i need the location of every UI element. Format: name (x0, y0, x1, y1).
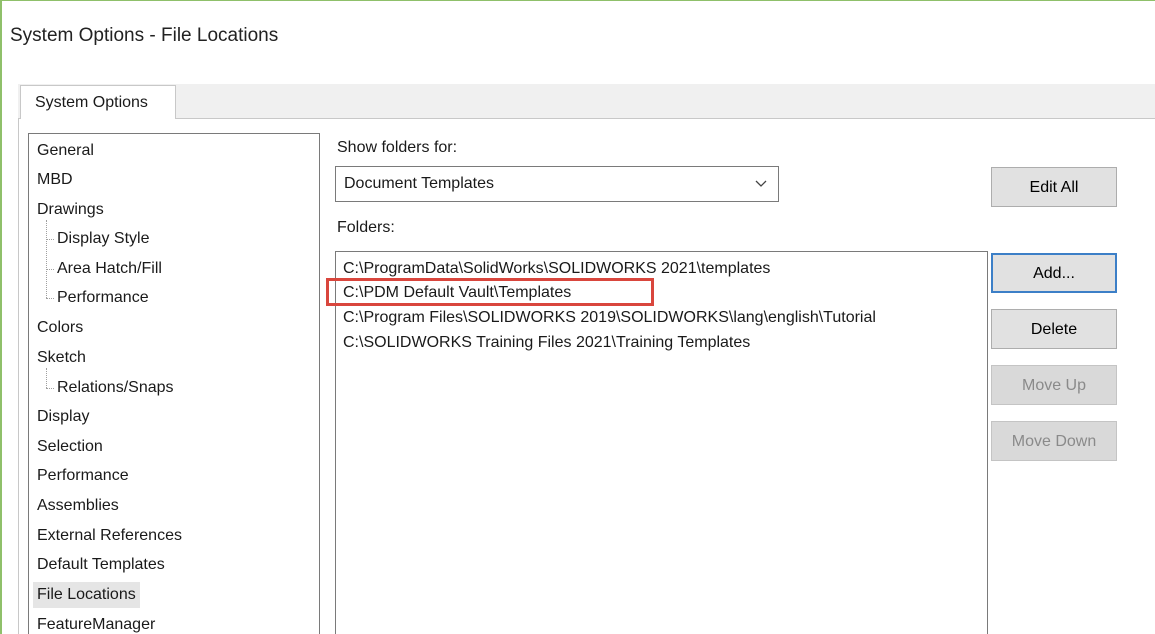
tree-item-drawings[interactable]: Drawings (37, 197, 104, 223)
tree-guide-line (46, 368, 47, 388)
tree-guide-line (46, 388, 54, 389)
folder-row[interactable]: C:\SOLIDWORKS Training Files 2021\Traini… (343, 331, 750, 355)
tree-guide-line (46, 239, 54, 240)
tree-item-selection[interactable]: Selection (37, 434, 103, 460)
tree-item-default-templates[interactable]: Default Templates (37, 552, 165, 578)
window-title: System Options - File Locations (10, 25, 279, 46)
tab-system-options[interactable]: System Options (20, 85, 176, 119)
highlight-annotation-box (326, 278, 654, 306)
tree-item-display[interactable]: Display (37, 404, 89, 430)
move-up-button[interactable]: Move Up (991, 365, 1117, 405)
tree-item-external-references[interactable]: External References (37, 523, 182, 549)
tree-guide-line (46, 220, 47, 298)
show-folders-dropdown[interactable]: Document Templates (335, 166, 779, 202)
tree-item-colors[interactable]: Colors (37, 315, 83, 341)
folder-row[interactable]: C:\Program Files\SOLIDWORKS 2019\SOLIDWO… (343, 306, 876, 330)
tree-item-performance[interactable]: Performance (37, 463, 129, 489)
folders-label: Folders: (337, 219, 395, 236)
add-folder-button[interactable]: Add... (991, 253, 1117, 293)
tree-item-file-locations[interactable]: File Locations (33, 582, 140, 608)
options-tree[interactable]: General MBD Drawings Display Style Area … (28, 133, 320, 634)
tree-item-area-hatch-fill[interactable]: Area Hatch/Fill (57, 256, 162, 282)
tree-item-relations-snaps[interactable]: Relations/Snaps (57, 375, 174, 401)
tree-item-general[interactable]: General (37, 138, 94, 164)
tree-guide-line (46, 269, 54, 270)
show-folders-label: Show folders for: (337, 139, 458, 156)
tree-item-featuremanager[interactable]: FeatureManager (37, 612, 155, 634)
tree-item-sketch[interactable]: Sketch (37, 345, 86, 371)
tree-item-display-style[interactable]: Display Style (57, 226, 149, 252)
tree-guide-line (46, 298, 54, 299)
show-folders-value: Document Templates (344, 175, 494, 192)
delete-folder-button[interactable]: Delete (991, 309, 1117, 349)
tree-item-drawings-performance[interactable]: Performance (57, 285, 149, 311)
folders-list[interactable]: C:\ProgramData\SolidWorks\SOLIDWORKS 202… (335, 251, 988, 634)
chevron-down-icon (755, 180, 767, 187)
tree-item-mbd[interactable]: MBD (37, 167, 73, 193)
tree-item-assemblies[interactable]: Assemblies (37, 493, 119, 519)
move-down-button[interactable]: Move Down (991, 421, 1117, 461)
edit-all-button[interactable]: Edit All (991, 167, 1117, 207)
